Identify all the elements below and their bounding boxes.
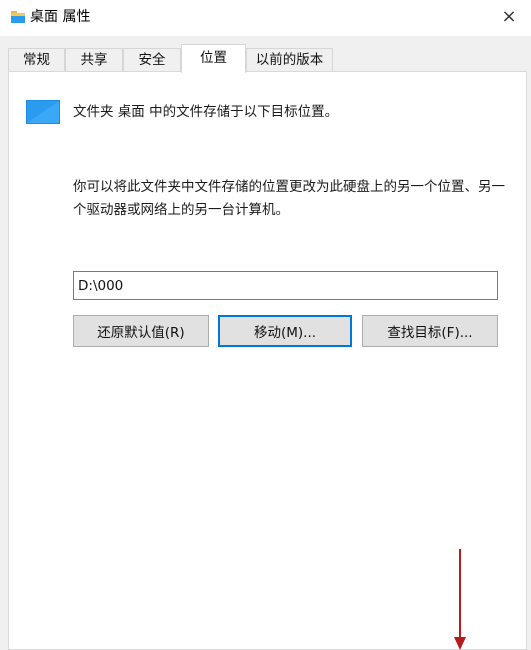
tab-general[interactable]: 常规 <box>8 48 65 71</box>
tab-strip: 常规 共享 安全 位置 以前的版本 <box>0 36 531 73</box>
tab-sharing[interactable]: 共享 <box>65 48 123 71</box>
tab-security[interactable]: 安全 <box>123 48 181 71</box>
move-button[interactable]: 移动(M)... <box>218 315 352 347</box>
close-icon: × <box>501 5 517 27</box>
location-heading: 文件夹 桌面 中的文件存储于以下目标位置。 <box>73 104 339 120</box>
title-bar: 桌面 属性 × <box>0 0 531 36</box>
tab-previous-versions[interactable]: 以前的版本 <box>246 48 333 71</box>
red-arrow-down-icon <box>454 549 466 650</box>
restore-default-button[interactable]: 还原默认值(R) <box>73 315 209 347</box>
path-input[interactable] <box>73 271 498 300</box>
close-button[interactable]: × <box>487 0 531 32</box>
tab-location[interactable]: 位置 <box>181 44 246 73</box>
folder-icon <box>11 11 25 23</box>
properties-window: 桌面 属性 × 常规 共享 安全 位置 以前的版本 文件夹 桌面 中的文件存储于… <box>0 0 531 650</box>
window-title: 桌面 属性 <box>30 9 91 25</box>
location-panel: 文件夹 桌面 中的文件存储于以下目标位置。 你可以将此文件夹中文件存储的位置更改… <box>8 71 527 650</box>
location-description: 你可以将此文件夹中文件存储的位置更改为此硬盘上的另一个位置、另一个驱动器或网络上… <box>73 179 505 218</box>
folder-icon <box>26 100 60 124</box>
find-target-button[interactable]: 查找目标(F)... <box>362 315 498 347</box>
